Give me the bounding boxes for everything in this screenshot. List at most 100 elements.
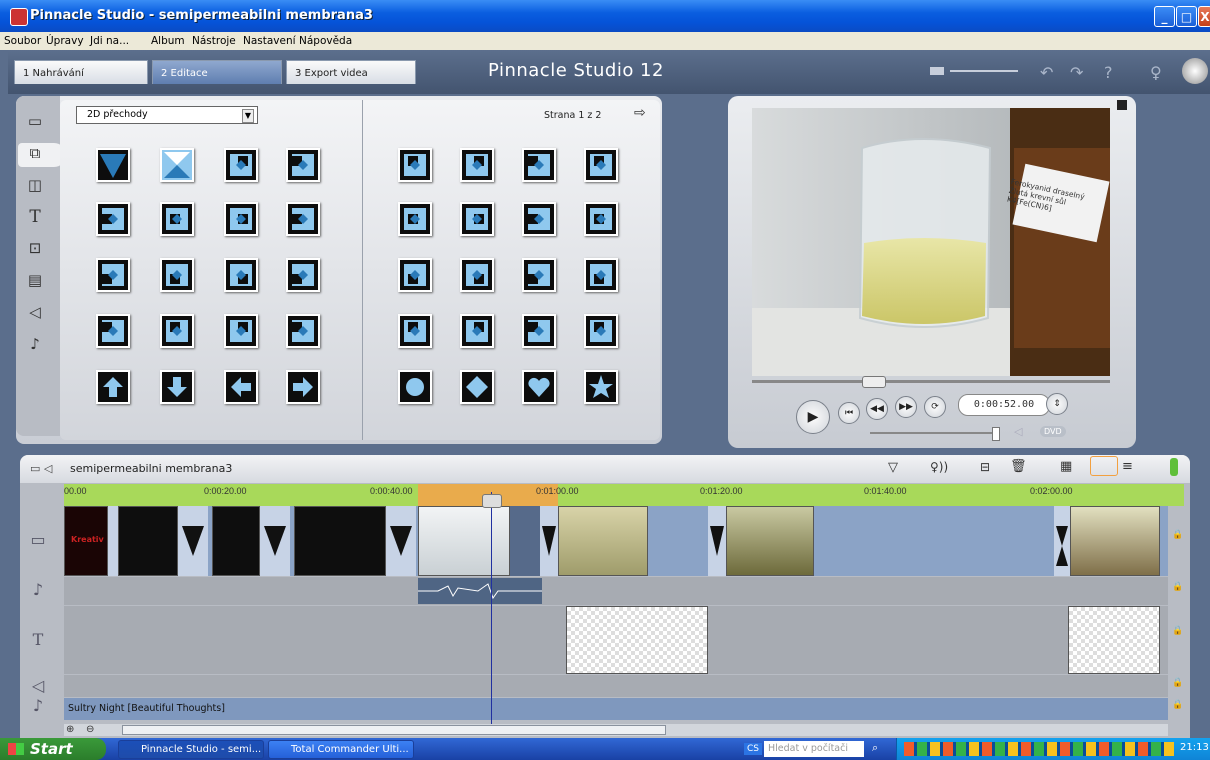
clip-transition[interactable] xyxy=(386,506,416,576)
title-icon[interactable]: T xyxy=(22,207,48,229)
transition-thumb[interactable] xyxy=(224,370,258,404)
clip-transition[interactable] xyxy=(260,506,290,576)
original-audio-track[interactable] xyxy=(64,577,1168,605)
clip-text-slide[interactable] xyxy=(294,506,386,576)
trash-icon[interactable]: 🗑 xyxy=(1010,459,1027,474)
tab-capture[interactable]: 1 Nahrávání xyxy=(14,60,148,84)
transition-thumb[interactable] xyxy=(584,202,618,236)
timecode-stepper[interactable]: ⇕ xyxy=(1046,393,1068,415)
transition-thumb[interactable] xyxy=(160,258,194,292)
transition-thumb[interactable] xyxy=(224,314,258,348)
menu-napoveda[interactable]: Nápověda xyxy=(299,35,352,47)
menu-nastroje[interactable]: Nástroje xyxy=(192,35,236,47)
desktop-search-input[interactable]: Hledat v počítači xyxy=(764,741,864,757)
audio-clip[interactable] xyxy=(418,578,542,604)
transition-thumb[interactable] xyxy=(460,314,494,348)
fullscreen-icon[interactable] xyxy=(1117,100,1127,110)
help-icon[interactable]: ? xyxy=(1104,63,1113,82)
transition-thumb[interactable] xyxy=(398,148,432,182)
play-button[interactable]: ▶ xyxy=(796,400,830,434)
transition-thumb[interactable] xyxy=(584,258,618,292)
search-icon[interactable]: ⌕ xyxy=(872,741,878,755)
transition-thumb[interactable] xyxy=(522,258,556,292)
timeline-scrollbar-thumb[interactable] xyxy=(122,725,666,735)
transition-thumb[interactable] xyxy=(224,202,258,236)
video-icon[interactable]: ▭ xyxy=(22,112,48,134)
preview-scrubber-handle[interactable] xyxy=(862,376,886,388)
lock-icon[interactable]: 🔒 xyxy=(1172,582,1183,592)
menu-soubor[interactable]: Soubor xyxy=(4,35,41,47)
storyboard-view-icon[interactable]: ▦ xyxy=(1060,459,1072,474)
transition-category-dropdown[interactable]: 2D přechody ▼ xyxy=(76,106,258,124)
tips-icon[interactable]: ♀ xyxy=(1150,63,1162,82)
clip-transition[interactable] xyxy=(1054,506,1070,576)
next-page-icon[interactable]: ⇨ xyxy=(634,105,646,121)
transition-thumb[interactable] xyxy=(398,258,432,292)
transition-thumb[interactable] xyxy=(96,370,130,404)
timeline-scrubber-line[interactable] xyxy=(491,492,492,724)
transition-thumb[interactable] xyxy=(460,148,494,182)
maximize-button[interactable]: □ xyxy=(1176,6,1197,27)
preview-size-icon[interactable] xyxy=(930,67,944,75)
taskbar-total-commander[interactable]: Total Commander Ulti... xyxy=(268,740,414,759)
disc-menu-icon[interactable]: ▤ xyxy=(22,271,48,293)
clip-liquid-1[interactable] xyxy=(558,506,648,576)
loop-button[interactable]: ⟳ xyxy=(924,396,946,418)
menu-upravy[interactable]: Úpravy xyxy=(46,35,84,47)
clip-liquid-2[interactable] xyxy=(726,506,814,576)
lock-icon[interactable]: 🔒 xyxy=(1172,700,1183,710)
transition-thumb[interactable] xyxy=(460,258,494,292)
transitions-icon[interactable]: ⧉ xyxy=(22,144,48,166)
premium-icon[interactable] xyxy=(1182,58,1208,84)
transition-thumb[interactable] xyxy=(460,202,494,236)
fast-forward-button[interactable]: ▶▶ xyxy=(895,396,917,418)
clip-text-slide[interactable] xyxy=(212,506,260,576)
transition-thumb[interactable] xyxy=(96,314,130,348)
transition-thumb[interactable] xyxy=(96,258,130,292)
go-to-start-button[interactable]: ⏮ xyxy=(838,402,860,424)
razor-icon[interactable]: ⊟ xyxy=(980,460,990,474)
volume-slider[interactable] xyxy=(870,432,1000,434)
clip-text-slide[interactable] xyxy=(118,506,178,576)
clip-beaker[interactable] xyxy=(418,506,510,576)
storyboard-icon[interactable]: ▭ ◁ xyxy=(30,462,52,475)
transition-thumb[interactable] xyxy=(584,370,618,404)
transition-thumb[interactable] xyxy=(286,314,320,348)
volume-meter-icon[interactable] xyxy=(1170,458,1178,476)
clip-transition[interactable] xyxy=(178,506,208,576)
transition-thumb[interactable] xyxy=(160,314,194,348)
still-icon[interactable]: ⊡ xyxy=(22,239,48,261)
chevron-down-icon[interactable]: ▼ xyxy=(242,109,254,123)
sound-effect-icon[interactable]: ◁ xyxy=(22,303,48,325)
timecode-field[interactable]: 0:00:52.00 xyxy=(958,394,1050,416)
undo-icon[interactable]: ↶ xyxy=(1040,63,1053,82)
transition-thumb[interactable] xyxy=(286,148,320,182)
transition-thumb[interactable] xyxy=(160,202,194,236)
close-button[interactable]: X xyxy=(1198,6,1210,27)
taskbar-pinnacle[interactable]: Pinnacle Studio - semi... xyxy=(118,740,264,759)
title-overlay-clip[interactable] xyxy=(566,606,708,674)
preview-scrubber[interactable] xyxy=(752,380,1110,383)
tab-edit[interactable]: 2 Editace xyxy=(152,60,282,84)
marker-icon[interactable]: ▽ xyxy=(888,460,898,475)
transition-thumb[interactable] xyxy=(286,202,320,236)
sound-effect-track[interactable] xyxy=(64,675,1168,697)
dvd-toggle[interactable]: DVD xyxy=(1040,426,1066,437)
transition-thumb[interactable] xyxy=(160,370,194,404)
transition-thumb[interactable] xyxy=(460,370,494,404)
transition-thumb[interactable] xyxy=(522,202,556,236)
text-view-icon[interactable]: ≡ xyxy=(1122,459,1133,474)
lock-icon[interactable]: 🔒 xyxy=(1172,626,1183,636)
clip-transition[interactable] xyxy=(708,506,726,586)
transition-thumb[interactable] xyxy=(522,370,556,404)
transition-thumb[interactable] xyxy=(584,314,618,348)
menu-album[interactable]: Album xyxy=(151,35,185,47)
menu-jdi-na[interactable]: Jdi na... xyxy=(90,35,129,47)
transition-thumb[interactable] xyxy=(584,148,618,182)
tab-export[interactable]: 3 Export videa xyxy=(286,60,416,84)
transition-thumb[interactable] xyxy=(224,258,258,292)
transition-thumb[interactable] xyxy=(224,148,258,182)
transition-thumb[interactable] xyxy=(398,314,432,348)
transition-thumb[interactable] xyxy=(522,314,556,348)
transition-thumb[interactable] xyxy=(398,202,432,236)
